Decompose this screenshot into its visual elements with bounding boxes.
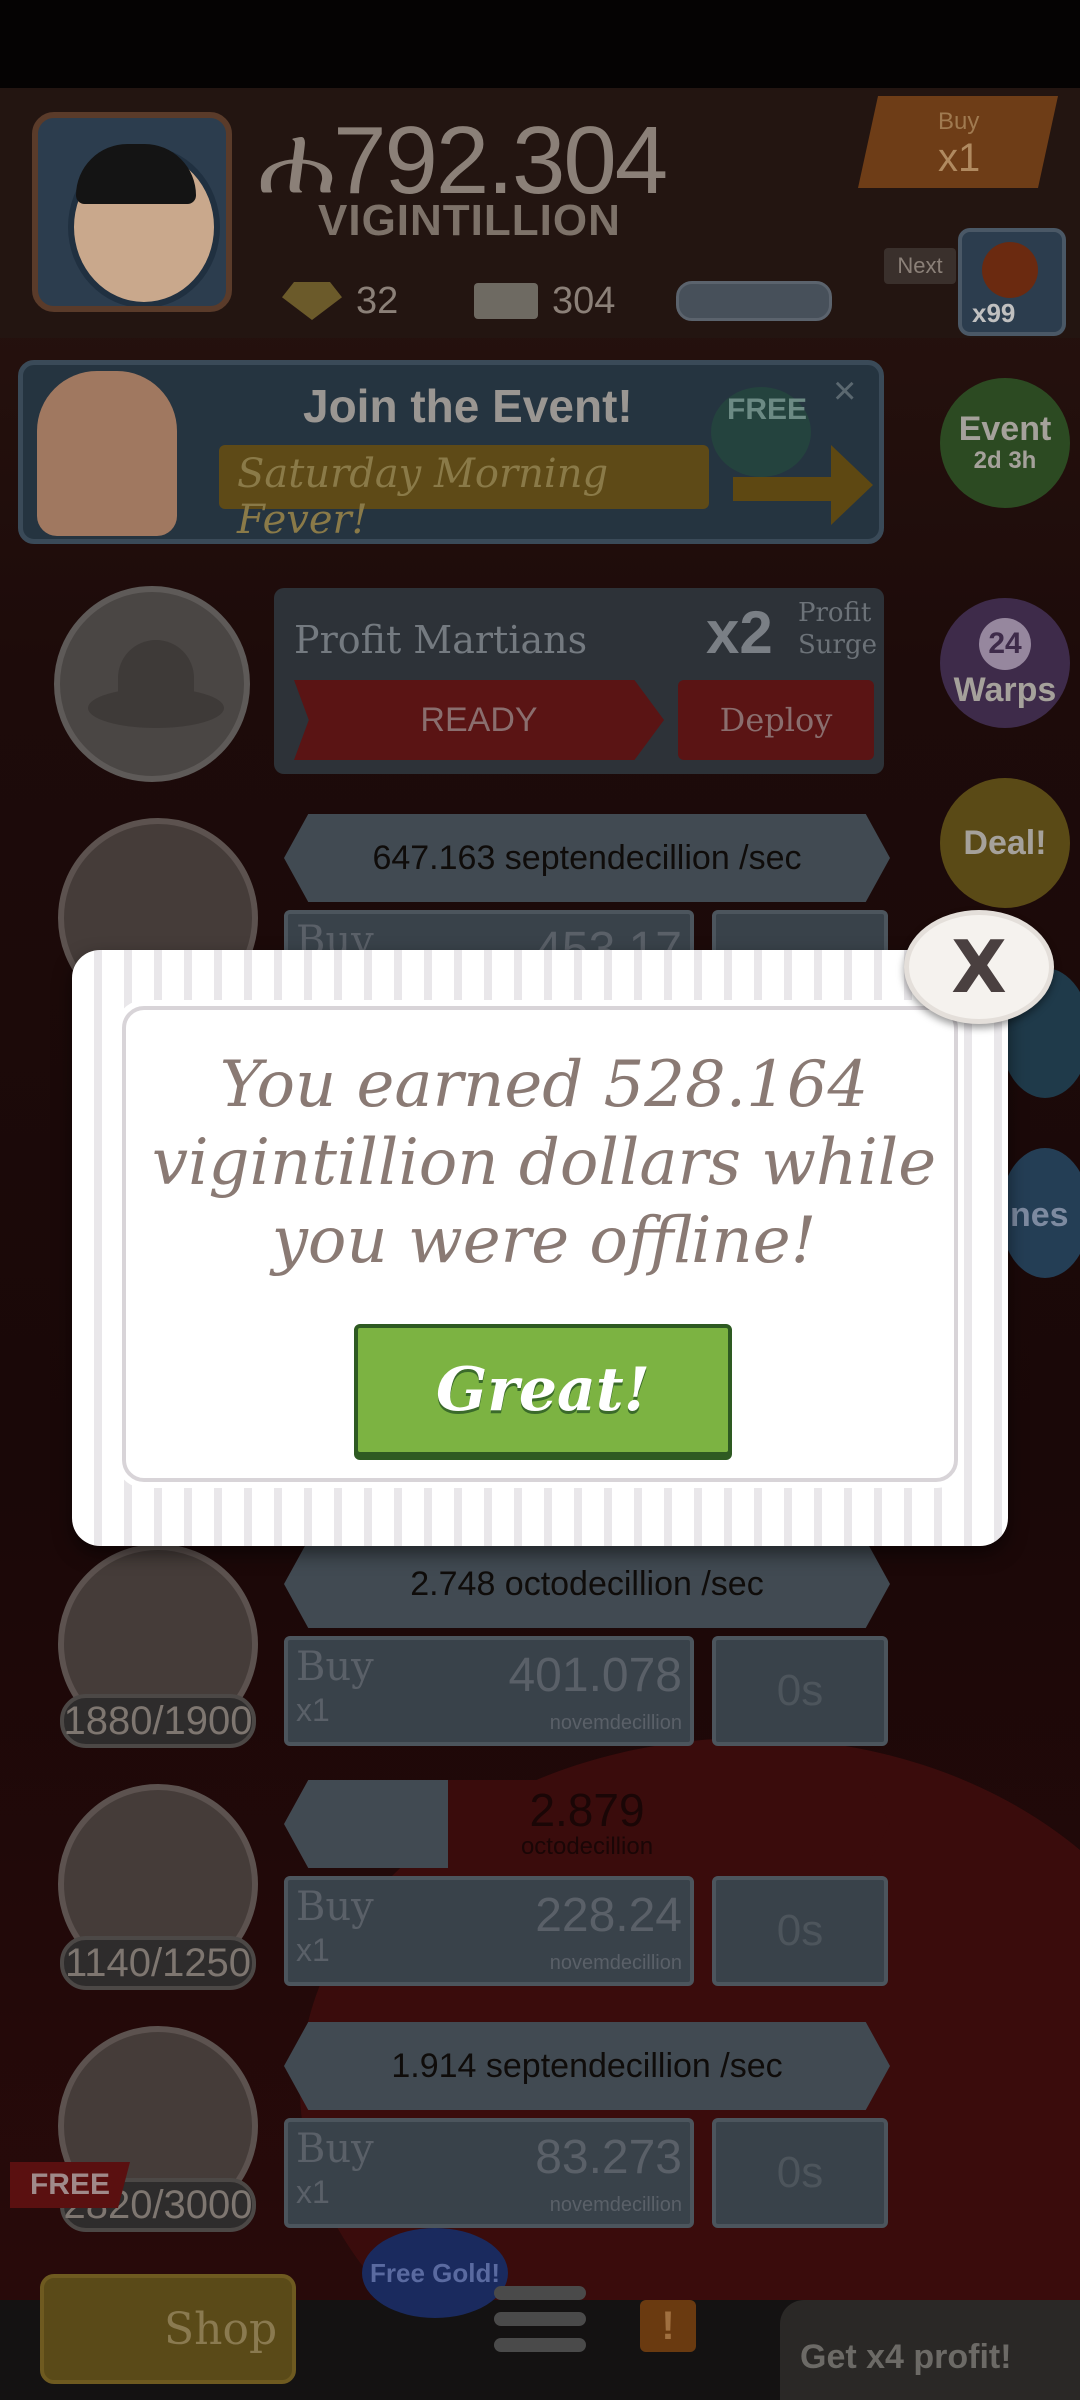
modal-content: You earned 528.164 vigintillion dollars … <box>122 1006 958 1482</box>
offline-earnings-modal: You earned 528.164 vigintillion dollars … <box>72 950 1008 1546</box>
offline-earnings-message: You earned 528.164 vigintillion dollars … <box>151 1048 937 1278</box>
great-button[interactable]: Great! <box>354 1324 732 1456</box>
close-icon[interactable]: X <box>904 910 1054 1024</box>
